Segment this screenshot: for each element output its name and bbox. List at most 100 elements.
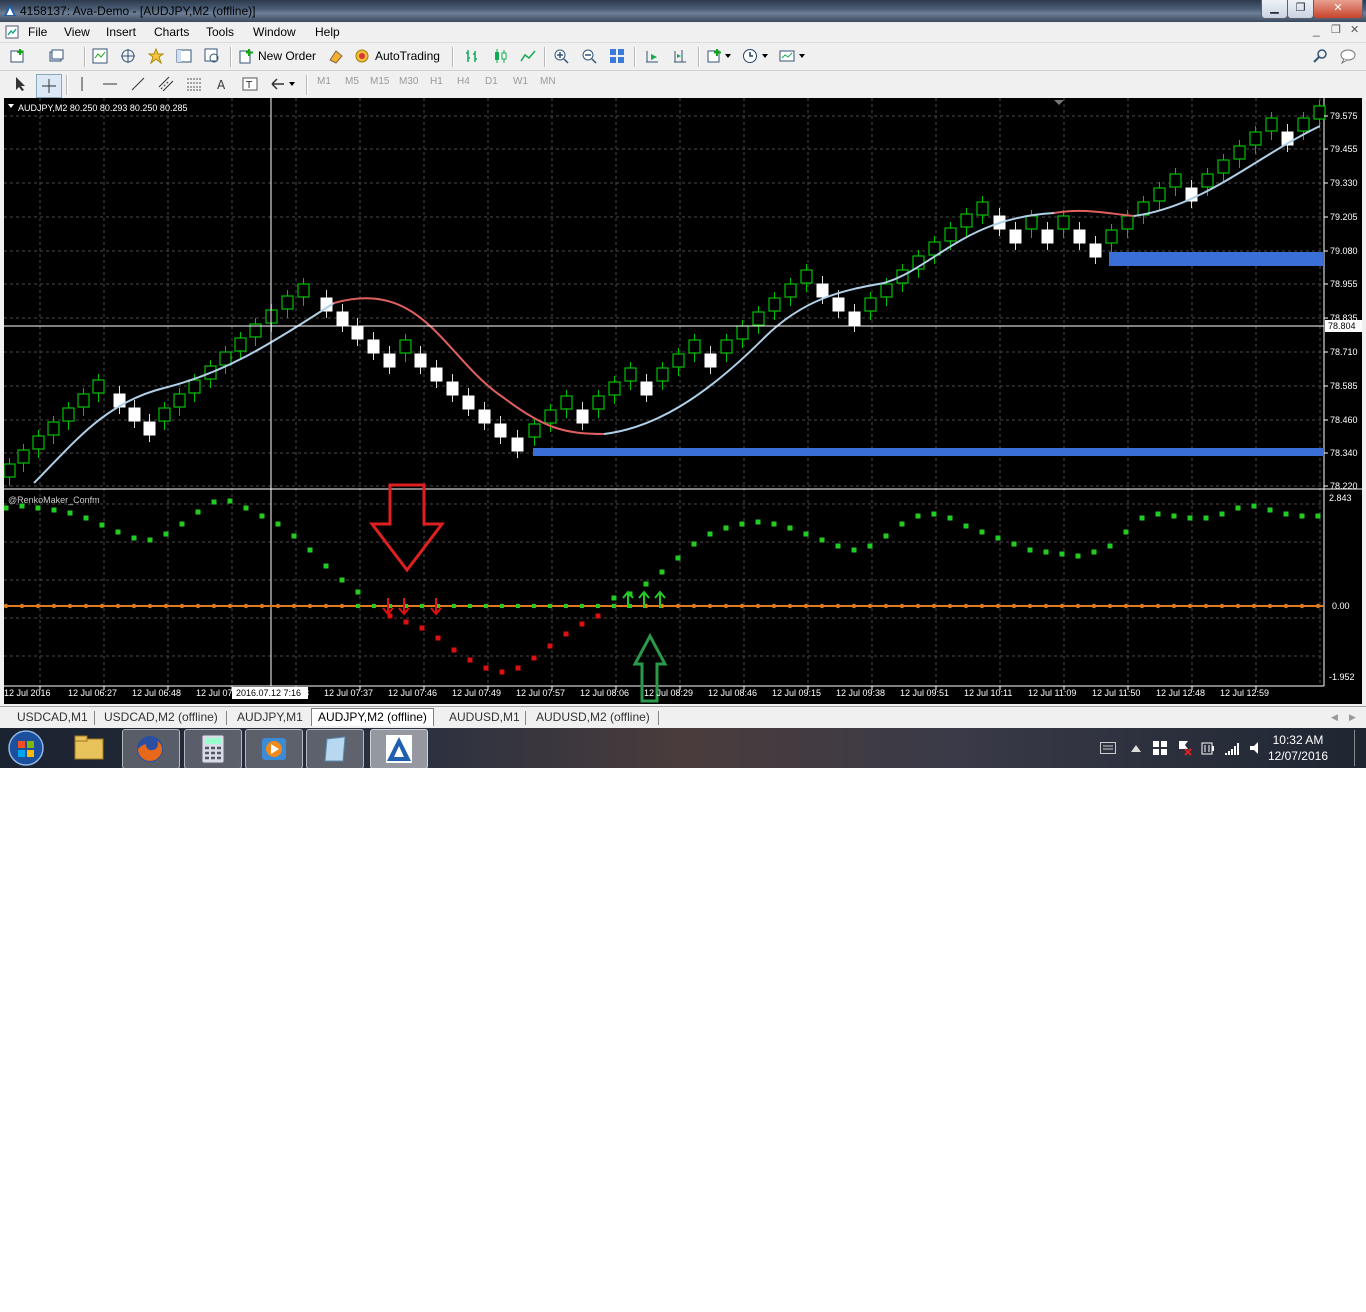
menu-charts[interactable]: Charts [154, 25, 189, 39]
periods-icon[interactable] [742, 48, 758, 64]
menu-tools[interactable]: Tools [206, 25, 234, 39]
zero-signal-dot [500, 604, 504, 608]
app-logo-icon [4, 4, 16, 16]
minimize-button[interactable]: ▁ [1261, 0, 1288, 19]
trendline-icon[interactable] [130, 76, 146, 92]
timeframe-m15[interactable]: M15 [370, 76, 389, 87]
timeframe-h1[interactable]: H1 [430, 76, 443, 87]
auto-scroll-icon[interactable] [644, 48, 660, 64]
bar-chart-icon[interactable] [464, 48, 480, 64]
arrows-dropdown-icon[interactable] [289, 82, 295, 86]
bear-brick [816, 283, 829, 298]
new-order-icon[interactable] [238, 48, 254, 64]
indicators-icon[interactable] [707, 48, 723, 64]
profiles-icon[interactable] [48, 48, 64, 64]
timeframe-d1[interactable]: D1 [485, 76, 498, 87]
bull-brick [219, 351, 232, 366]
show-hidden-icons-icon[interactable] [1131, 744, 1141, 752]
equidistant-channel-icon[interactable] [158, 76, 174, 92]
candlestick-icon[interactable] [492, 48, 508, 64]
tab-audjpy-m2-offline[interactable]: AUDJPY,M2 (offline) [311, 708, 434, 726]
taskbar-media-player[interactable] [245, 729, 303, 769]
meta-editor-icon[interactable] [328, 48, 344, 64]
templates-icon[interactable] [779, 48, 795, 64]
bull-brick [944, 227, 957, 242]
bull-brick [1313, 105, 1326, 120]
tab-audjpy-m1[interactable]: AUDJPY,M1 [231, 709, 309, 726]
autotrading-button[interactable]: AutoTrading [375, 47, 440, 65]
child-minimize-button[interactable]: _ [1313, 23, 1320, 37]
zoom-in-icon[interactable] [553, 48, 569, 64]
network-signal-icon[interactable] [1224, 740, 1240, 756]
taskbar-ava-trader[interactable] [370, 729, 428, 769]
zero-dot [755, 603, 761, 609]
taskbar-notes[interactable] [306, 729, 364, 769]
horizontal-line-icon[interactable] [102, 76, 118, 92]
templates-dropdown-icon[interactable] [799, 54, 805, 58]
tab-usdcad-m1[interactable]: USDCAD,M1 [11, 709, 94, 726]
show-desktop-button[interactable] [1354, 730, 1365, 766]
fibonacci-icon[interactable] [186, 76, 202, 92]
taskbar-explorer[interactable] [61, 729, 117, 767]
bull-brick [1249, 131, 1262, 146]
tab-audusd-m2-offline[interactable]: AUDUSD,M2 (offline) [530, 709, 656, 726]
menu-help[interactable]: Help [315, 25, 340, 39]
timeframe-h4[interactable]: H4 [457, 76, 470, 87]
terminal-icon[interactable] [176, 48, 192, 64]
bull-brick [544, 409, 557, 424]
zero-dot [163, 603, 169, 609]
text-label-icon[interactable]: T [242, 76, 258, 92]
child-restore-button[interactable]: ❐ [1331, 23, 1341, 36]
zoom-out-icon[interactable] [581, 48, 597, 64]
periods-dropdown-icon[interactable] [762, 54, 768, 58]
timeframe-w1[interactable]: W1 [513, 76, 528, 87]
timeframe-mn[interactable]: MN [540, 76, 556, 87]
power-icon[interactable] [1200, 740, 1216, 756]
search-icon[interactable] [1312, 48, 1328, 64]
maximize-button[interactable]: ❐ [1287, 0, 1314, 19]
system-clock[interactable]: 10:32 AM 12/07/2016 [1268, 732, 1328, 764]
timeframe-m5[interactable]: M5 [345, 76, 359, 87]
indicators-dropdown-icon[interactable] [725, 54, 731, 58]
line-chart-icon[interactable] [520, 48, 536, 64]
chart-shift-icon[interactable] [672, 48, 688, 64]
taskbar-firefox[interactable] [122, 729, 180, 769]
action-center-icon[interactable] [1176, 740, 1192, 756]
keyboard-icon[interactable] [1100, 742, 1116, 754]
menu-view[interactable]: View [64, 25, 90, 39]
timeframe-m30[interactable]: M30 [399, 76, 418, 87]
new-order-button[interactable]: New Order [258, 47, 316, 65]
start-button-icon[interactable] [6, 729, 46, 767]
data-window-icon[interactable] [120, 48, 136, 64]
crosshair-button[interactable] [36, 74, 62, 98]
text-icon[interactable]: A [214, 76, 230, 92]
volume-icon[interactable] [1248, 740, 1264, 756]
vertical-line-icon[interactable] [74, 76, 90, 92]
navigator-icon[interactable] [148, 48, 164, 64]
timeframe-m1[interactable]: M1 [317, 76, 331, 87]
taskbar-calculator[interactable] [184, 729, 242, 769]
close-button[interactable]: ✕ [1313, 0, 1363, 19]
new-chart-icon[interactable] [10, 48, 26, 64]
tabs-scroll-left[interactable]: ◀ [1325, 709, 1344, 726]
oscillator-dot-up [275, 521, 281, 527]
autotrading-icon[interactable] [354, 48, 370, 64]
strategy-tester-icon[interactable] [204, 48, 220, 64]
tab-usdcad-m2-offline[interactable]: USDCAD,M2 (offline) [98, 709, 224, 726]
arrows-icon[interactable] [270, 76, 286, 92]
cursor-icon[interactable] [12, 76, 28, 92]
current-price-label: 78.804 [1328, 321, 1356, 331]
chat-icon[interactable] [1340, 48, 1356, 64]
tabs-scroll-right[interactable]: ▶ [1343, 709, 1362, 726]
market-watch-icon[interactable] [92, 48, 108, 64]
bull-brick [624, 367, 637, 382]
windows-flag-icon[interactable] [1152, 740, 1168, 756]
tile-windows-icon[interactable] [609, 48, 625, 64]
price-chart[interactable]: AUDJPY,M2 80.250 80.293 80.250 80.285 79… [4, 98, 1362, 704]
menu-file[interactable]: File [28, 25, 47, 39]
menu-insert[interactable]: Insert [106, 25, 136, 39]
menu-window[interactable]: Window [253, 25, 296, 39]
child-close-button[interactable]: ✕ [1350, 23, 1359, 36]
zero-dot [739, 603, 745, 609]
tab-audusd-m1[interactable]: AUDUSD,M1 [443, 709, 526, 726]
